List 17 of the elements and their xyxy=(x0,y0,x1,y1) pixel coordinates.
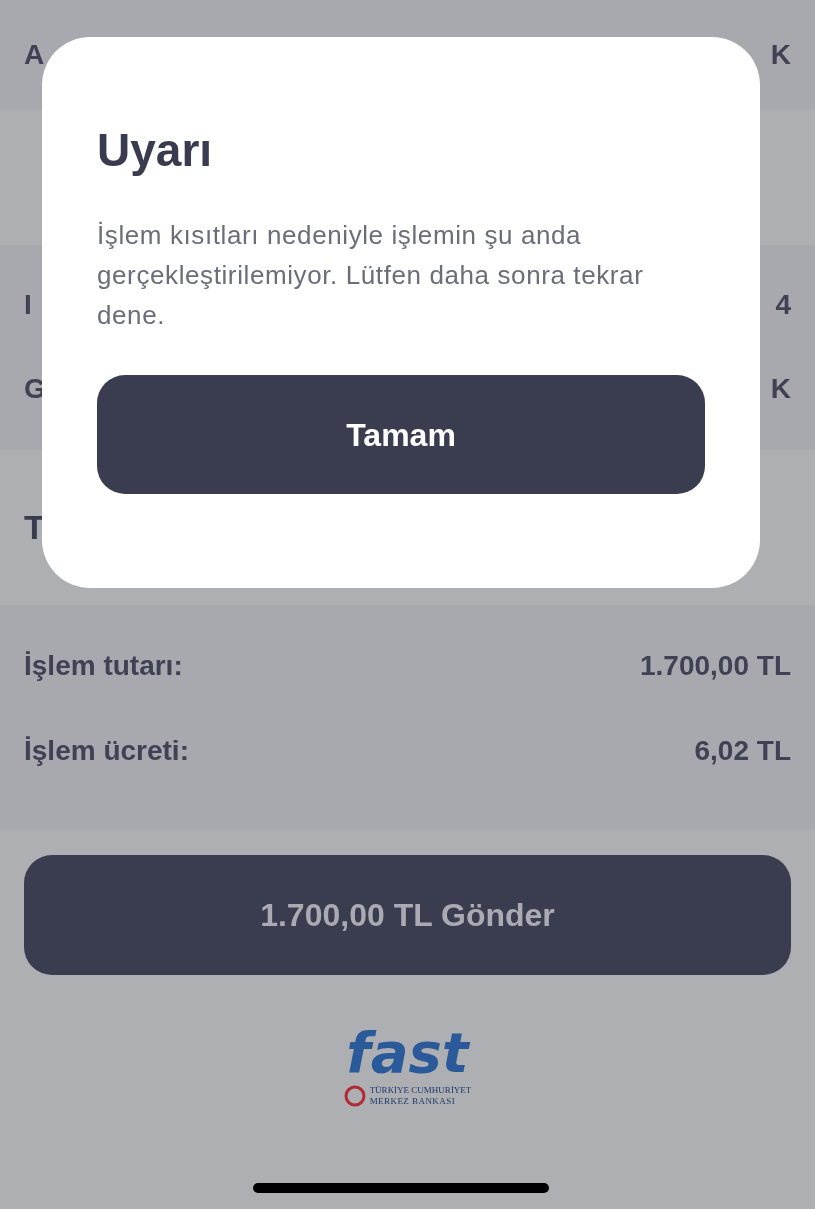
row-value: 1.700,00 TL xyxy=(640,651,791,680)
row-label: İşlem ücreti: xyxy=(24,736,189,765)
row-label: A xyxy=(24,41,45,69)
logo-wordmark: fast xyxy=(346,1025,469,1081)
row-value: K xyxy=(770,375,791,403)
row-value: 4 xyxy=(775,291,791,319)
issuer-name: MERKEZ BANKASI xyxy=(369,1096,457,1108)
row-value: K xyxy=(770,41,791,69)
emblem-icon xyxy=(343,1085,366,1108)
issuer-name: TÜRKİYE CUMHURİYET xyxy=(369,1085,472,1097)
send-button[interactable]: 1.700,00 TL Gönder xyxy=(24,855,791,975)
section-title: T xyxy=(24,507,45,548)
dialog-message: İşlem kısıtları nedeniyle işlemin şu anda gerçekleştirilemiyor. Lütfen daha sonra tekrar dene. xyxy=(97,219,645,332)
row-label: I xyxy=(24,291,32,319)
ok-button[interactable]: Tamam xyxy=(97,375,705,494)
row-label: İşlem tutarı: xyxy=(24,651,183,680)
row-value: 6,02 TL xyxy=(694,736,791,765)
